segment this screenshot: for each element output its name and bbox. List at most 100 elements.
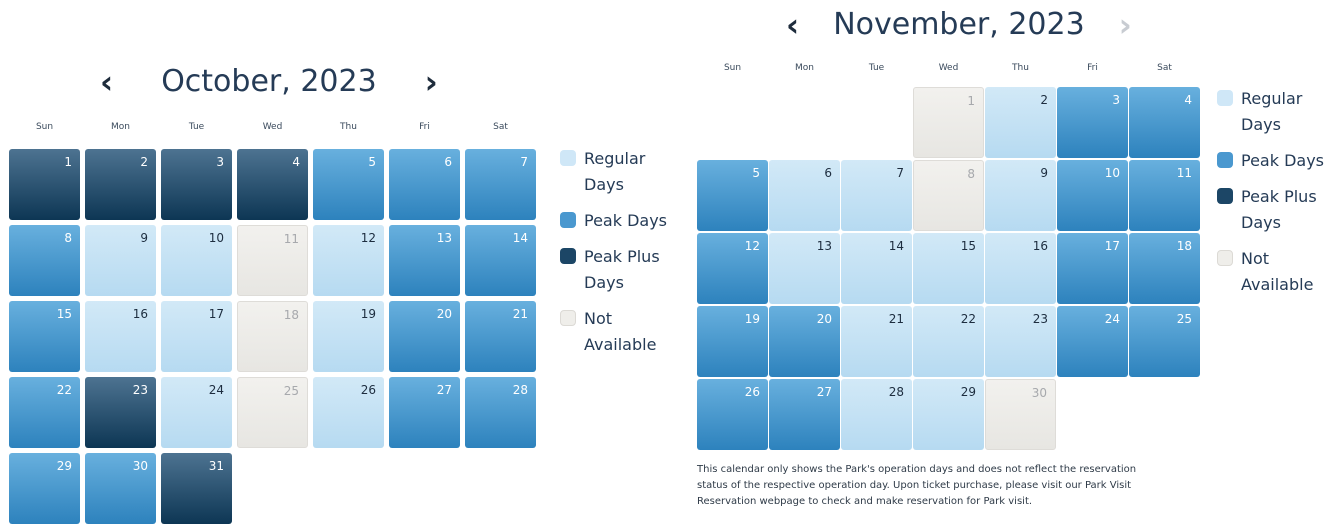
- weekday-label: Sun: [35, 122, 54, 132]
- day-cell[interactable]: 26: [313, 377, 384, 448]
- day-cell[interactable]: 15: [913, 233, 984, 304]
- chevron-right-icon: ›: [1118, 5, 1132, 44]
- day-cell[interactable]: 9: [985, 160, 1056, 231]
- day-cell[interactable]: 14: [465, 225, 536, 296]
- day-cell[interactable]: 3: [1057, 87, 1128, 158]
- day-cell[interactable]: 24: [161, 377, 232, 448]
- legend-label: Days: [584, 273, 624, 292]
- day-cell[interactable]: 23: [85, 377, 156, 448]
- day-cell[interactable]: 5: [313, 149, 384, 220]
- day-cell[interactable]: 16: [85, 301, 156, 372]
- chevron-left-icon[interactable]: ‹: [100, 66, 113, 98]
- operation-days-note: This calendar only shows the Park's oper…: [697, 462, 1237, 510]
- day-cell: 25: [237, 377, 308, 448]
- day-cell[interactable]: 21: [465, 301, 536, 372]
- november-month-title: November, 2023: [833, 7, 1085, 42]
- legend-label: Peak Plus: [1241, 187, 1317, 206]
- legend-regular-days: Regular Days: [560, 146, 667, 198]
- legend-label: Days: [1241, 213, 1281, 232]
- legend-label: Available: [584, 335, 657, 354]
- day-cell[interactable]: 15: [9, 301, 80, 372]
- day-cell[interactable]: 24: [1057, 306, 1128, 377]
- day-cell[interactable]: 9: [85, 225, 156, 296]
- day-cell[interactable]: 6: [769, 160, 840, 231]
- peak-days-swatch-icon: [560, 212, 576, 228]
- day-cell[interactable]: 14: [841, 233, 912, 304]
- day-cell[interactable]: 20: [389, 301, 460, 372]
- day-cell[interactable]: 29: [913, 379, 984, 450]
- day-cell[interactable]: 12: [697, 233, 768, 304]
- legend-label: Peak Days: [1241, 151, 1325, 170]
- day-cell[interactable]: 10: [1057, 160, 1128, 231]
- legend-peak-plus-days: Peak Plus Days: [1217, 184, 1324, 236]
- day-cell: 30: [985, 379, 1056, 450]
- day-cell[interactable]: 3: [161, 149, 232, 220]
- regular-days-swatch-icon: [1217, 90, 1233, 106]
- legend-label: Days: [1241, 115, 1281, 134]
- day-cell[interactable]: 17: [161, 301, 232, 372]
- peak-plus-days-swatch-icon: [1217, 188, 1233, 204]
- day-cell[interactable]: 19: [697, 306, 768, 377]
- day-cell[interactable]: 29: [9, 453, 80, 524]
- day-cell: 8: [913, 160, 984, 231]
- day-cell[interactable]: 16: [985, 233, 1056, 304]
- day-cell[interactable]: 30: [85, 453, 156, 524]
- day-cell[interactable]: 7: [465, 149, 536, 220]
- weekday-label: Thu: [340, 122, 357, 132]
- peak-plus-days-swatch-icon: [560, 248, 576, 264]
- day-cell[interactable]: 13: [769, 233, 840, 304]
- day-cell[interactable]: 4: [237, 149, 308, 220]
- regular-days-swatch-icon: [560, 150, 576, 166]
- day-cell[interactable]: 2: [985, 87, 1056, 158]
- day-cell[interactable]: 18: [1129, 233, 1200, 304]
- day-cell[interactable]: 7: [841, 160, 912, 231]
- october-month-title: October, 2023: [161, 64, 377, 99]
- day-cell[interactable]: 27: [389, 377, 460, 448]
- peak-days-swatch-icon: [1217, 152, 1233, 168]
- weekday-label: Mon: [795, 63, 814, 73]
- day-cell[interactable]: 1: [9, 149, 80, 220]
- day-cell[interactable]: 8: [9, 225, 80, 296]
- day-cell[interactable]: 23: [985, 306, 1056, 377]
- legend-label: Peak Days: [584, 211, 668, 230]
- legend-regular-days: Regular Days: [1217, 86, 1324, 138]
- day-cell[interactable]: 2: [85, 149, 156, 220]
- legend-not-available: Not Available: [1217, 246, 1324, 298]
- legend-label: Regular: [584, 149, 646, 168]
- day-cell[interactable]: 13: [389, 225, 460, 296]
- weekday-label: Mon: [111, 122, 130, 132]
- day-cell[interactable]: 27: [769, 379, 840, 450]
- day-cell[interactable]: 11: [1129, 160, 1200, 231]
- day-cell[interactable]: 19: [313, 301, 384, 372]
- october-legend: Regular Days Peak Days Peak Plus Days No…: [560, 146, 667, 368]
- day-cell[interactable]: 21: [841, 306, 912, 377]
- chevron-right-icon[interactable]: ›: [425, 66, 438, 98]
- chevron-left-icon[interactable]: ‹: [786, 9, 799, 41]
- day-cell[interactable]: 6: [389, 149, 460, 220]
- day-cell[interactable]: 5: [697, 160, 768, 231]
- weekday-label: Sat: [1157, 63, 1172, 73]
- legend-label: Peak Plus: [584, 247, 660, 266]
- day-cell[interactable]: 28: [841, 379, 912, 450]
- weekday-label: Fri: [419, 122, 430, 132]
- legend-label: Not: [584, 309, 613, 328]
- day-cell[interactable]: 22: [913, 306, 984, 377]
- day-cell[interactable]: 12: [313, 225, 384, 296]
- day-cell[interactable]: 10: [161, 225, 232, 296]
- weekday-label: Sat: [493, 122, 508, 132]
- day-cell[interactable]: 22: [9, 377, 80, 448]
- november-legend: Regular Days Peak Days Peak Plus Days No…: [1217, 86, 1324, 308]
- legend-label: Available: [1241, 275, 1314, 294]
- day-cell[interactable]: 25: [1129, 306, 1200, 377]
- day-cell[interactable]: 17: [1057, 233, 1128, 304]
- day-cell[interactable]: 26: [697, 379, 768, 450]
- legend-peak-plus-days: Peak Plus Days: [560, 244, 667, 296]
- weekday-label: Tue: [188, 122, 205, 132]
- day-cell[interactable]: 4: [1129, 87, 1200, 158]
- legend-not-available: Not Available: [560, 306, 667, 358]
- day-cell[interactable]: 31: [161, 453, 232, 524]
- day-cell[interactable]: 28: [465, 377, 536, 448]
- weekday-label: Tue: [868, 63, 885, 73]
- day-cell[interactable]: 20: [769, 306, 840, 377]
- legend-label: Regular: [1241, 89, 1303, 108]
